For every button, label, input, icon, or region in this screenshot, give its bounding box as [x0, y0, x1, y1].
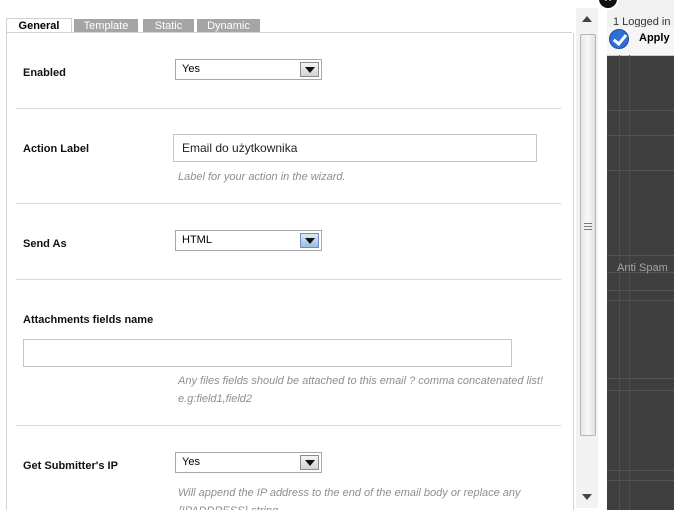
background-row-divider [607, 135, 674, 136]
vertical-scrollbar[interactable] [576, 8, 598, 508]
checkmark-icon[interactable] [609, 29, 629, 49]
background-row-divider [607, 170, 674, 171]
send-as-label: Send As [23, 238, 67, 250]
attachments-hint-example: e.g:field1,field2 [178, 393, 252, 405]
background-column-divider [619, 55, 620, 510]
enabled-label: Enabled [23, 67, 66, 79]
chevron-down-icon[interactable] [300, 233, 319, 248]
chevron-down-icon[interactable] [300, 62, 319, 77]
attachments-hint: Any files fields should be attached to t… [178, 375, 544, 387]
background-column-divider [629, 55, 630, 510]
background-row-divider [607, 290, 674, 291]
enabled-select-value: Yes [182, 63, 200, 75]
background-row-divider [607, 480, 674, 481]
submitter-ip-hint: Will append the IP address to the end of… [178, 487, 521, 499]
action-label-label: Action Label [23, 143, 90, 155]
submitter-ip-label: Get Submitter's IP [23, 460, 118, 472]
scrollbar-thumb[interactable] [580, 34, 596, 436]
background-row-divider [607, 300, 674, 301]
chevron-down-icon[interactable] [300, 455, 319, 470]
field-separator [16, 203, 561, 204]
background-admin-panel: 1 Logged in Apply Anti Spam [607, 0, 674, 510]
background-row-divider [607, 470, 674, 471]
tab-template[interactable]: Template [74, 19, 138, 33]
tab-static[interactable]: Static [143, 19, 194, 33]
grip-icon [584, 223, 592, 224]
background-row-divider [607, 255, 674, 256]
submitter-ip-select[interactable]: Yes [175, 452, 322, 473]
anti-spam-label: Anti Spam [617, 262, 668, 274]
action-label-hint: Label for your action in the wizard. [178, 171, 346, 183]
field-separator [16, 425, 561, 426]
tab-dynamic[interactable]: Dynamic [197, 19, 260, 33]
submitter-ip-hint-cont: {IPADDRESS} string [178, 502, 278, 510]
apply-button[interactable]: Apply [639, 32, 670, 44]
background-row-divider [607, 378, 674, 379]
enabled-select[interactable]: Yes [175, 59, 322, 80]
action-label-input[interactable]: Email do użytkownika [173, 134, 537, 162]
attachments-label: Attachments fields name [23, 314, 154, 326]
scroll-up-arrow-icon[interactable] [582, 16, 592, 22]
background-row-divider [607, 110, 674, 111]
scroll-down-arrow-icon[interactable] [582, 494, 592, 500]
general-tab-panel [6, 33, 574, 510]
send-as-select[interactable]: HTML [175, 230, 322, 251]
field-separator [16, 108, 561, 109]
field-separator [16, 279, 561, 280]
submitter-ip-select-value: Yes [182, 456, 200, 468]
send-as-select-value: HTML [182, 234, 212, 246]
apply-toolbar: Apply [607, 27, 674, 56]
action-config-dialog: General Template Static Dynamic Enabled … [0, 0, 600, 510]
attachments-input[interactable] [23, 339, 512, 367]
background-row-divider [607, 390, 674, 391]
